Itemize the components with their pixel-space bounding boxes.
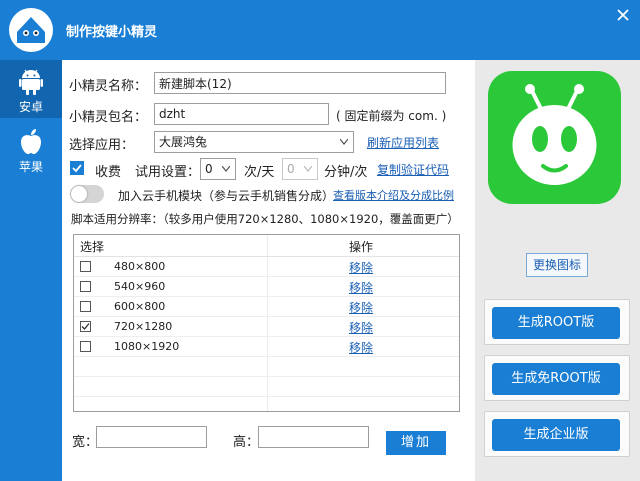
table-header-row [74, 235, 459, 257]
platform-sidebar: 安卓 苹果 [0, 60, 62, 481]
table-row-empty [74, 377, 459, 397]
generate-root-button[interactable]: 生成ROOT版 [492, 307, 620, 339]
package-input[interactable] [154, 103, 329, 125]
width-input[interactable] [96, 426, 207, 448]
app-title: 制作按键小精灵 [66, 25, 158, 40]
table-row: 1080×1920 移除 [74, 337, 459, 357]
check-icon [81, 323, 90, 330]
trial-count-select[interactable]: 0 [200, 158, 236, 180]
sidebar-item-label: 安卓 [18, 100, 43, 114]
table-row: 540×960 移除 [74, 277, 459, 297]
check-icon [72, 164, 82, 173]
cloud-phone-toggle[interactable] [70, 185, 104, 203]
trial-minutes-value: 0 [287, 162, 295, 176]
table-row: 480×800 移除 [74, 257, 459, 277]
row-checkbox[interactable] [80, 281, 91, 292]
trial-label: 试用设置： [135, 165, 201, 180]
add-resolution-button[interactable]: 增加 [386, 431, 446, 455]
gen-root-card: 生成ROOT版 [484, 299, 630, 345]
refresh-app-list-link[interactable]: 刷新应用列表 [367, 134, 439, 151]
charge-checkbox[interactable] [70, 161, 84, 175]
row-resolution: 1080×1920 [114, 340, 180, 353]
remove-link[interactable]: 移除 [349, 339, 373, 356]
remove-link[interactable]: 移除 [349, 299, 373, 316]
row-checkbox[interactable] [80, 341, 91, 352]
app-select-value: 大展鸿兔 [159, 135, 208, 149]
row-checkbox[interactable] [80, 301, 91, 312]
remove-link[interactable]: 移除 [349, 319, 373, 336]
sidebar-item-android[interactable]: 安卓 [0, 60, 62, 118]
package-hint: ( 固定前缀为 com. ) [336, 109, 447, 123]
name-input[interactable] [154, 72, 446, 94]
title-bar: 制作按键小精灵 [0, 0, 640, 60]
script-form: 小精灵名称： 小精灵包名： ( 固定前缀为 com. ) 选择应用： 大展鸿兔 … [62, 60, 475, 481]
app-icon-preview [488, 71, 621, 204]
generate-noroot-button[interactable]: 生成免ROOT版 [492, 363, 620, 395]
cloud-phone-label: 加入云手机模块（参与云手机销售分成） [118, 189, 335, 203]
resolution-title: 脚本适用分辨率：（较多用户使用720×1280、1080×1920，覆盖面更广） [71, 212, 459, 226]
app-select[interactable]: 大展鸿兔 [154, 131, 354, 153]
row-resolution: 720×1280 [114, 320, 173, 333]
copy-verify-code-link[interactable]: 复制验证代码 [377, 161, 449, 178]
height-label: 高： [233, 435, 260, 450]
row-resolution: 480×800 [114, 260, 166, 273]
resolution-table: 选择 操作 480×800 移除 540×960 移除 600×800 移除 7… [73, 234, 460, 412]
gen-enterprise-card: 生成企业版 [484, 411, 630, 457]
chevron-down-icon [340, 139, 348, 145]
row-checkbox[interactable] [80, 261, 91, 272]
width-label: 宽： [72, 435, 99, 450]
table-row: 720×1280 移除 [74, 317, 459, 337]
table-row-empty [74, 357, 459, 377]
row-resolution: 540×960 [114, 280, 166, 293]
generate-panel: 更换图标 生成ROOT版 生成免ROOT版 生成企业版 [475, 60, 640, 481]
charge-label: 收费 [95, 165, 122, 180]
remove-link[interactable]: 移除 [349, 279, 373, 296]
sidebar-item-label: 苹果 [18, 160, 43, 174]
toggle-knob [71, 186, 87, 202]
app-logo-icon [9, 8, 53, 52]
chevron-down-icon [304, 166, 312, 172]
app-select-label: 选择应用： [69, 138, 135, 153]
sidebar-item-apple[interactable]: 苹果 [0, 120, 62, 178]
trial-minutes-select[interactable]: 0 [282, 158, 318, 180]
chevron-down-icon [222, 166, 230, 172]
row-resolution: 600×800 [114, 300, 166, 313]
remove-link[interactable]: 移除 [349, 259, 373, 276]
package-label: 小精灵包名： [69, 110, 148, 125]
version-intro-link[interactable]: 查看版本介绍及分成比例 [333, 187, 454, 203]
trial-count-value: 0 [205, 162, 213, 176]
android-icon [19, 69, 43, 95]
gen-noroot-card: 生成免ROOT版 [484, 355, 630, 401]
change-icon-button[interactable]: 更换图标 [526, 253, 588, 277]
generate-enterprise-button[interactable]: 生成企业版 [492, 419, 620, 451]
apple-icon [21, 129, 41, 154]
per-day-label: 次/天 [244, 165, 275, 180]
row-checkbox[interactable] [80, 321, 91, 332]
height-input[interactable] [258, 426, 369, 448]
name-label: 小精灵名称： [69, 79, 148, 94]
close-icon[interactable] [616, 8, 630, 22]
table-row: 600×800 移除 [74, 297, 459, 317]
per-minutes-label: 分钟/次 [324, 165, 368, 180]
